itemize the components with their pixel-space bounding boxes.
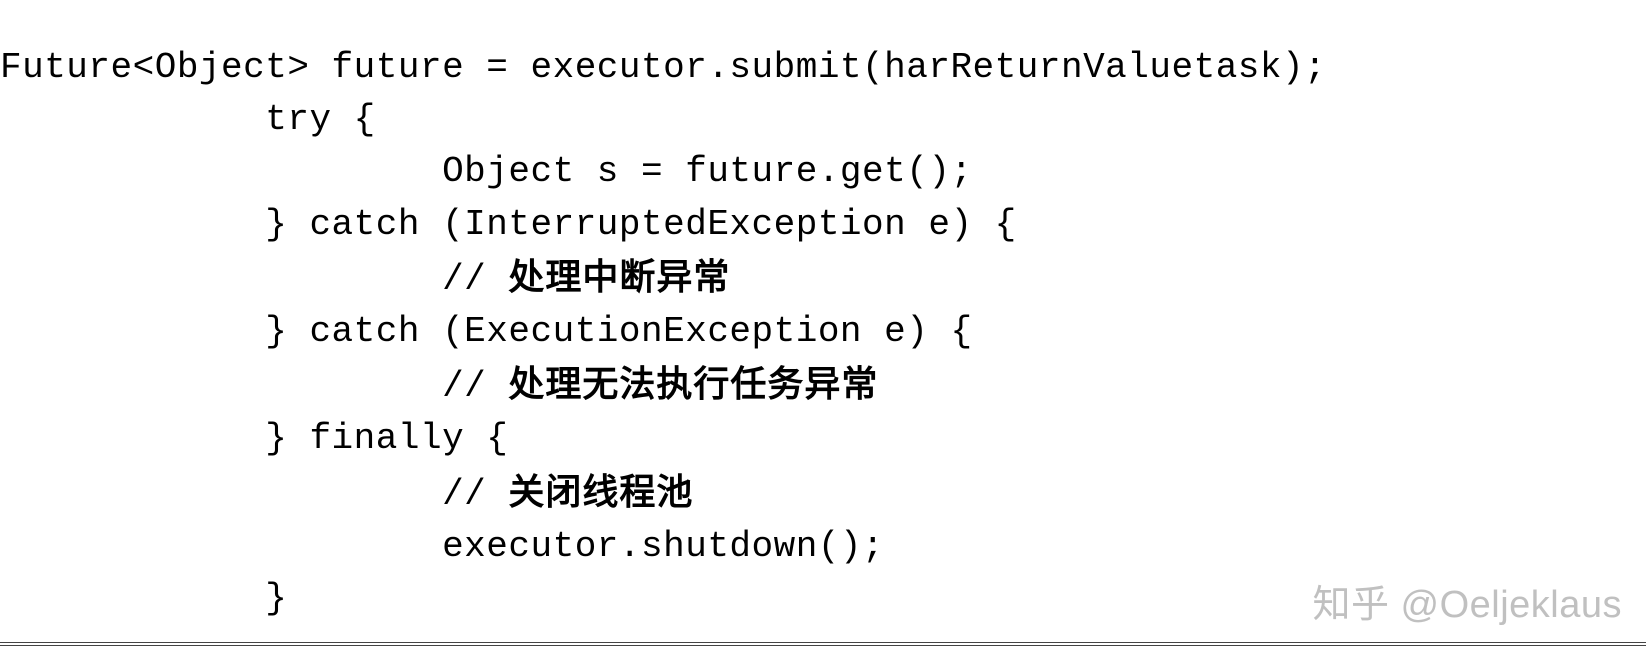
code-line-comment: // 处理中断异常 [0,259,730,300]
code-line: executor.shutdown(); [0,526,884,567]
comment-text-zh: 关闭线程池 [508,472,693,512]
code-line: Future<Object> future = executor.submit(… [0,47,1326,88]
code-snippet-container: Future<Object> future = executor.submit(… [0,0,1646,646]
code-block: Future<Object> future = executor.submit(… [0,42,1646,625]
code-line: try { [0,99,376,140]
comment-slashes: // [0,366,508,407]
code-line-comment: // 关闭线程池 [0,474,693,515]
code-line: } catch (ExecutionException e) { [0,311,973,352]
code-line-comment: // 处理无法执行任务异常 [0,366,878,407]
comment-text-zh: 处理中断异常 [508,257,730,297]
code-line: Object s = future.get(); [0,151,973,192]
comment-text-zh: 处理无法执行任务异常 [508,364,878,404]
comment-slashes: // [0,259,508,300]
comment-slashes: // [0,474,508,515]
code-line: } catch (InterruptedException e) { [0,204,1017,245]
code-line: } [0,578,287,619]
code-line: } finally { [0,418,508,459]
